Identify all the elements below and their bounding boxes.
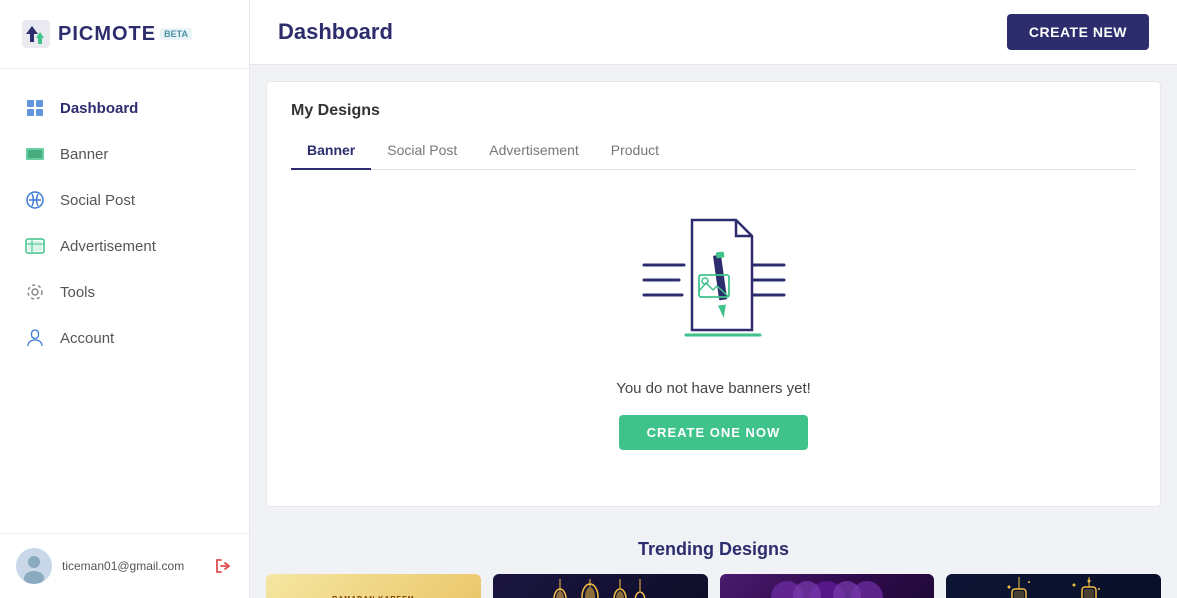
- sidebar-item-banner-label: Banner: [60, 146, 108, 163]
- create-one-now-button[interactable]: CREATE ONE NOW: [619, 415, 809, 450]
- card2-illustration: رمضان: [540, 579, 660, 598]
- tab-advertisement[interactable]: Advertisement: [473, 134, 594, 170]
- tab-social-post[interactable]: Social Post: [371, 134, 473, 170]
- nav-menu: Dashboard Banner Social Post: [0, 69, 249, 533]
- top-header: Dashboard CREATE NEW: [250, 0, 1177, 65]
- sidebar-item-dashboard[interactable]: Dashboard: [0, 85, 249, 131]
- sidebar-item-advertisement-label: Advertisement: [60, 238, 156, 255]
- sidebar-item-account-label: Account: [60, 330, 114, 347]
- social-post-icon: [24, 189, 46, 211]
- trending-section: Trending Designs RAMADAN KAREEM SALE up …: [266, 523, 1161, 598]
- app-name: PICMOTE: [58, 23, 156, 46]
- tools-icon: [24, 281, 46, 303]
- tab-banner[interactable]: Banner: [291, 134, 371, 170]
- sidebar-item-advertisement[interactable]: Advertisement: [0, 223, 249, 269]
- card3-illustration: ٩ رمضان ٩: [767, 577, 887, 598]
- sidebar-item-banner[interactable]: Banner: [0, 131, 249, 177]
- trending-card-1[interactable]: RAMADAN KAREEM SALE up to 50% off: [266, 574, 481, 598]
- sidebar-item-tools[interactable]: Tools: [0, 269, 249, 315]
- account-icon: [24, 327, 46, 349]
- logo-icon: [20, 18, 52, 50]
- user-email: ticeman01@gmail.com: [62, 559, 203, 573]
- logout-button[interactable]: [213, 556, 233, 576]
- sidebar-item-social-post-label: Social Post: [60, 192, 135, 209]
- trending-card-3[interactable]: ٩ رمضان ٩: [720, 574, 935, 598]
- trending-cards: RAMADAN KAREEM SALE up to 50% off: [266, 574, 1161, 598]
- trending-title: Trending Designs: [266, 539, 1161, 560]
- trending-card-4[interactable]: رمضان كريم Ramadan: [946, 574, 1161, 598]
- main-content: Dashboard CREATE NEW My Designs Banner S…: [250, 0, 1177, 598]
- empty-state-message: You do not have banners yet!: [616, 380, 811, 397]
- empty-state: You do not have banners yet! CREATE ONE …: [291, 170, 1136, 486]
- sidebar: PICMOTE BETA Dashboard Banner: [0, 0, 250, 598]
- banner-icon: [24, 143, 46, 165]
- user-area: ticeman01@gmail.com: [0, 533, 249, 598]
- my-designs-title: My Designs: [291, 102, 1136, 120]
- tab-product[interactable]: Product: [595, 134, 675, 170]
- dashboard-icon: [24, 97, 46, 119]
- beta-badge: BETA: [160, 28, 192, 40]
- empty-state-illustration: [634, 200, 794, 360]
- tabs-row: Banner Social Post Advertisement Product: [291, 134, 1136, 170]
- advertisement-icon: [24, 235, 46, 257]
- sidebar-item-tools-label: Tools: [60, 284, 95, 301]
- card4-illustration: رمضان كريم Ramadan: [994, 577, 1114, 598]
- sidebar-item-account[interactable]: Account: [0, 315, 249, 361]
- my-designs-section: My Designs Banner Social Post Advertisem…: [266, 81, 1161, 507]
- logo-area: PICMOTE BETA: [0, 0, 249, 69]
- sidebar-item-social-post[interactable]: Social Post: [0, 177, 249, 223]
- content-area: My Designs Banner Social Post Advertisem…: [250, 65, 1177, 598]
- create-new-button[interactable]: CREATE NEW: [1007, 14, 1149, 50]
- page-title: Dashboard: [278, 19, 393, 45]
- avatar: [16, 548, 52, 584]
- sidebar-item-dashboard-label: Dashboard: [60, 100, 138, 117]
- trending-card-2[interactable]: رمضان: [493, 574, 708, 598]
